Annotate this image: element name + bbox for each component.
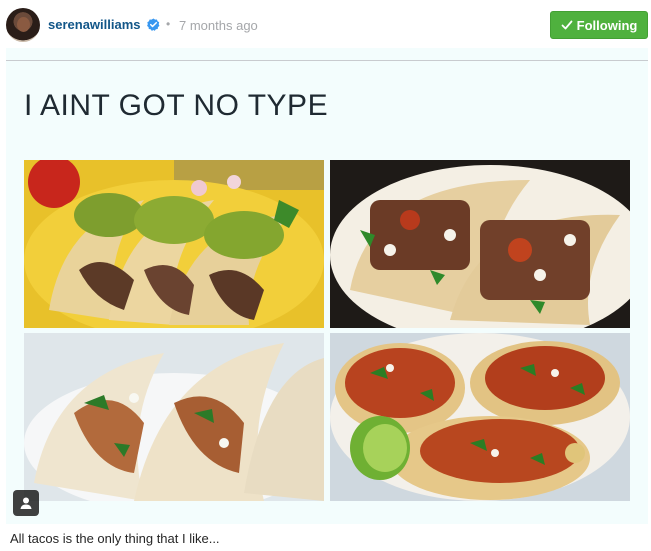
taco-image-guacamole (24, 160, 324, 328)
following-button[interactable]: Following (550, 11, 648, 39)
tagged-users-button[interactable] (13, 490, 39, 516)
following-label: Following (576, 17, 638, 33)
taco-image-chicken (24, 333, 324, 501)
taco-image-carne-asada (330, 160, 630, 328)
user-tag-icon (20, 497, 32, 509)
separator-dot: • (166, 17, 171, 31)
username-link[interactable]: serenawilliams (48, 17, 141, 32)
post-header: serenawilliams • 7 months ago Following (0, 0, 651, 50)
meme-text: I AINT GOT NO TYPE (24, 89, 329, 122)
taco-image-pastor-lime (330, 333, 630, 501)
avatar[interactable] (6, 8, 40, 42)
post-caption: All tacos is the only thing that I like.… (10, 531, 220, 546)
verified-badge-icon (147, 18, 160, 31)
post-photo[interactable]: I AINT GOT NO TYPE (6, 48, 648, 524)
post-timestamp[interactable]: 7 months ago (179, 18, 258, 33)
photo-top-divider (6, 60, 648, 61)
check-icon (561, 20, 573, 30)
